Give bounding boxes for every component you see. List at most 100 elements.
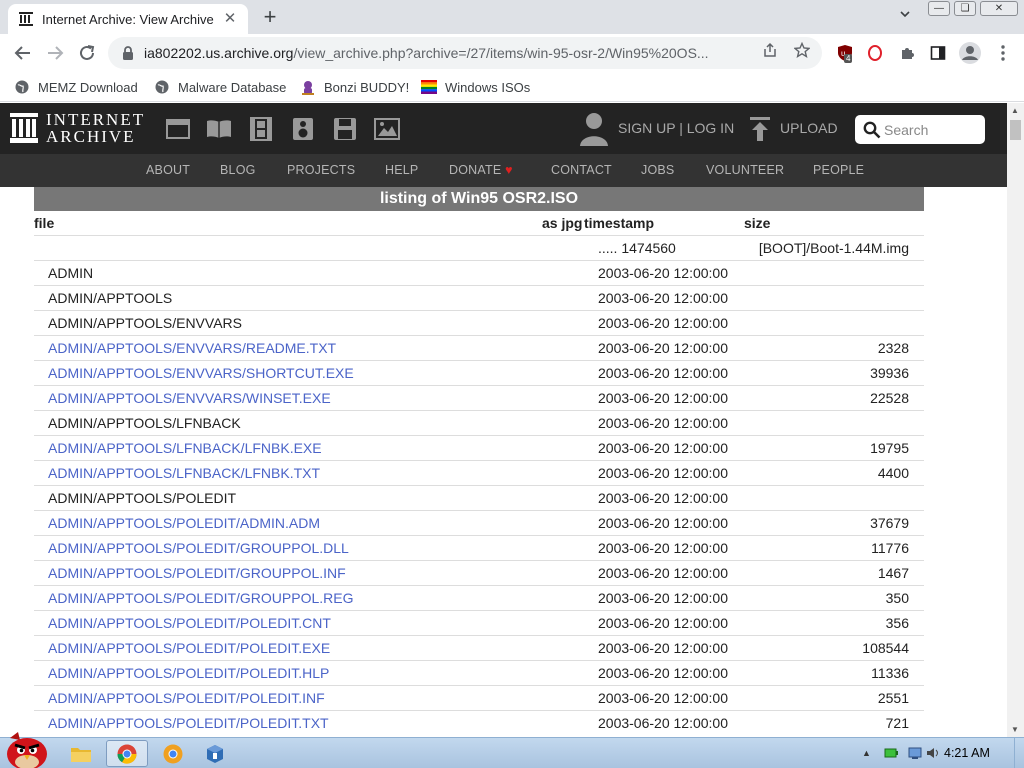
table-row: ADMIN 2003-06-20 12:00:00: [34, 260, 924, 285]
kebab-menu-icon[interactable]: [988, 38, 1018, 68]
vertical-scrollbar[interactable]: ▲ ▼: [1007, 103, 1024, 737]
file-link[interactable]: ADMIN/APPTOOLS/LFNBACK/LFNBK.TXT: [48, 465, 320, 481]
chrome-taskbar-icon[interactable]: [106, 740, 148, 767]
angry-bird-start-icon[interactable]: [4, 732, 50, 768]
url-path: /view_archive.php?archive=/27/items/win-…: [293, 45, 709, 61]
bookmark-star-icon[interactable]: [794, 42, 810, 58]
file-link[interactable]: ADMIN/APPTOOLS/ENVVARS/README.TXT: [48, 340, 336, 356]
nav-about[interactable]: ABOUT: [146, 163, 190, 177]
images-icon[interactable]: [374, 117, 400, 141]
signup-login-link[interactable]: SIGN UP | LOG IN: [618, 120, 734, 136]
network-tray-icon[interactable]: [908, 747, 922, 759]
file-link[interactable]: ADMIN/APPTOOLS/POLEDIT/GROUPPOL.DLL: [48, 540, 349, 556]
ia-logo-line1: INTERNET: [46, 110, 146, 129]
upload-icon[interactable]: [750, 117, 770, 141]
timestamp-cell: 2003-06-20 12:00:00: [598, 440, 728, 456]
timestamp-cell: 2003-06-20 12:00:00: [598, 265, 728, 281]
restore-button[interactable]: ❏: [954, 1, 976, 16]
audio-icon[interactable]: [290, 117, 316, 141]
table-row: ADMIN/APPTOOLS/POLEDIT/POLEDIT.CNT 2003-0…: [34, 610, 924, 635]
file-link[interactable]: ADMIN/APPTOOLS/POLEDIT/GROUPPOL.REG: [48, 590, 353, 606]
file-link[interactable]: ADMIN/APPTOOLS/POLEDIT/POLEDIT.INF: [48, 690, 325, 706]
nav-blog[interactable]: BLOG: [220, 163, 256, 177]
ia-search-box[interactable]: [855, 115, 985, 144]
ublock-extension-icon[interactable]: u 4: [830, 38, 860, 68]
table-row: ADMIN/APPTOOLS/ENVVARS/README.TXT 2003-06…: [34, 335, 924, 360]
table-row: ADMIN/APPTOOLS/POLEDIT/GROUPPOL.INF 2003-…: [34, 560, 924, 585]
boot-image-cell: [BOOT]/Boot-1.44M.img: [758, 240, 909, 256]
bookmark-memz-download[interactable]: MEMZ Download: [14, 77, 138, 97]
directory-name: ADMIN: [48, 265, 94, 281]
virtualbox-taskbar-icon[interactable]: [194, 740, 236, 767]
chrome-canary-taskbar-icon[interactable]: [152, 740, 194, 767]
tab-close-icon[interactable]: ✕: [222, 11, 238, 27]
nav-help[interactable]: HELP: [385, 163, 418, 177]
browser-tab[interactable]: Internet Archive: View Archive ✕: [8, 4, 248, 34]
listing-title: listing of Win95 OSR2.ISO: [34, 187, 924, 211]
size-cell: 39936: [870, 365, 909, 381]
texts-icon[interactable]: [206, 117, 232, 141]
internet-archive-favicon-icon: [18, 11, 34, 27]
ia-logo[interactable]: INTERNET ARCHIVE: [10, 111, 145, 145]
upload-link[interactable]: UPLOAD: [780, 120, 838, 136]
file-link[interactable]: ADMIN/APPTOOLS/POLEDIT/ADMIN.ADM: [48, 515, 320, 531]
file-link[interactable]: ADMIN/APPTOOLS/ENVVARS/WINSET.EXE: [48, 390, 331, 406]
file-link[interactable]: ADMIN/APPTOOLS/POLEDIT/GROUPPOL.INF: [48, 565, 346, 581]
file-link[interactable]: ADMIN/APPTOOLS/LFNBACK/LFNBK.EXE: [48, 440, 322, 456]
share-icon[interactable]: [762, 42, 778, 58]
reload-icon[interactable]: [72, 38, 102, 68]
taskbar-clock[interactable]: 4:21 AM: [944, 746, 990, 760]
table-row: ADMIN/APPTOOLS/POLEDIT/POLEDIT.HLP 2003-0…: [34, 660, 924, 685]
scroll-thumb[interactable]: [1010, 120, 1021, 140]
software-icon[interactable]: [332, 117, 358, 141]
listing-header-row: file as jpg timestamp size: [34, 211, 924, 235]
user-avatar-icon[interactable]: [579, 112, 609, 146]
table-row: ADMIN/APPTOOLS/LFNBACK/LFNBK.EXE 2003-06-…: [34, 435, 924, 460]
file-link[interactable]: ADMIN/APPTOOLS/POLEDIT/POLEDIT.TXT: [48, 715, 329, 731]
scroll-down-arrow-icon[interactable]: ▼: [1011, 725, 1019, 734]
ia-header: INTERNET ARCHIVE SIGN UP | LOG IN UPLOAD: [0, 103, 1007, 154]
extensions-puzzle-icon[interactable]: [892, 38, 922, 68]
bookmark-label: Windows ISOs: [445, 79, 531, 95]
profile-avatar-icon[interactable]: [955, 38, 985, 68]
size-cell: 721: [885, 715, 909, 731]
file-link[interactable]: ADMIN/APPTOOLS/POLEDIT/POLEDIT.CNT: [48, 615, 331, 631]
url-text[interactable]: ia802202.us.archive.org/view_archive.php…: [144, 45, 754, 61]
header-as-jpg: as jpg: [542, 215, 583, 231]
web-icon[interactable]: [165, 117, 191, 141]
side-panel-icon[interactable]: [923, 38, 953, 68]
back-arrow-icon[interactable]: [8, 38, 38, 68]
new-tab-button[interactable]: +: [258, 4, 282, 30]
nav-contact[interactable]: CONTACT: [551, 163, 612, 177]
opera-extension-icon[interactable]: [860, 38, 890, 68]
nav-donate[interactable]: DONATE ♥: [449, 163, 513, 177]
tray-expand-arrow-icon[interactable]: ▲: [862, 748, 871, 758]
tab-search-chevron-icon[interactable]: [893, 8, 917, 28]
search-input[interactable]: [884, 121, 979, 138]
volume-tray-icon[interactable]: [926, 747, 940, 759]
size-cell: 37679: [870, 515, 909, 531]
nav-projects[interactable]: PROJECTS: [287, 163, 355, 177]
tab-strip: Internet Archive: View Archive ✕ + — ❏ ✕: [0, 0, 1024, 34]
scroll-up-arrow-icon[interactable]: ▲: [1011, 106, 1019, 115]
nav-jobs[interactable]: JOBS: [641, 163, 674, 177]
file-link[interactable]: ADMIN/APPTOOLS/POLEDIT/POLEDIT.EXE: [48, 640, 330, 656]
close-window-button[interactable]: ✕: [980, 1, 1018, 16]
bookmark-bonzi-buddy[interactable]: Bonzi BUDDY!: [300, 77, 409, 97]
nav-volunteer[interactable]: VOLUNTEER: [706, 163, 784, 177]
lock-icon[interactable]: [120, 45, 136, 61]
show-desktop-button[interactable]: [1014, 738, 1024, 768]
video-icon[interactable]: [248, 117, 274, 141]
nav-people[interactable]: PEOPLE: [813, 163, 864, 177]
file-link[interactable]: ADMIN/APPTOOLS/ENVVARS/SHORTCUT.EXE: [48, 365, 354, 381]
bookmark-label: Bonzi BUDDY!: [324, 79, 410, 95]
bookmark-malware-database[interactable]: Malware Database: [154, 77, 286, 97]
timestamp-cell: 2003-06-20 12:00:00: [598, 540, 728, 556]
battery-tray-icon[interactable]: [884, 747, 898, 759]
minimize-button[interactable]: —: [928, 1, 950, 16]
explorer-icon[interactable]: [60, 740, 102, 767]
forward-arrow-icon[interactable]: [40, 38, 70, 68]
address-bar[interactable]: ia802202.us.archive.org/view_archive.php…: [108, 37, 822, 69]
bookmark-windows-isos[interactable]: Windows ISOs: [421, 77, 530, 97]
file-link[interactable]: ADMIN/APPTOOLS/POLEDIT/POLEDIT.HLP: [48, 665, 329, 681]
